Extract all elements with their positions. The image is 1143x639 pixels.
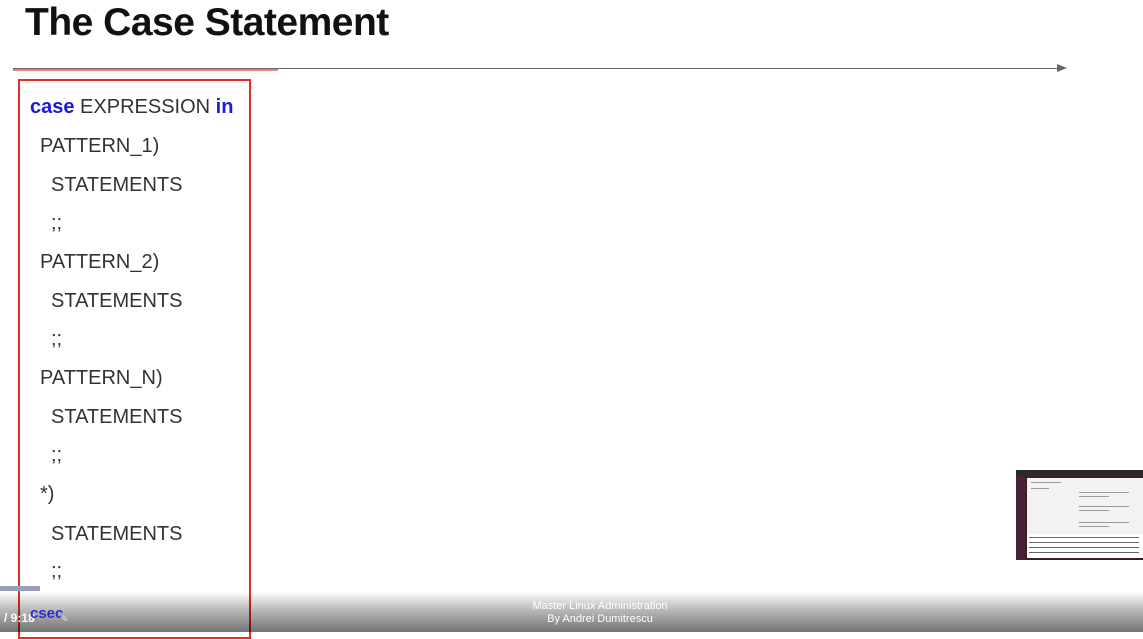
keyword-case: case xyxy=(30,96,75,118)
expression-text: EXPRESSION xyxy=(74,96,216,118)
code-line-statements-2: STATEMENTS xyxy=(51,290,183,312)
course-credit: Master Linux Administration By Andrei Du… xyxy=(0,600,1143,626)
code-line-terminator-2: ;; xyxy=(51,328,63,350)
code-highlight-box xyxy=(18,79,251,639)
code-line-statements-1: STATEMENTS xyxy=(51,174,183,196)
code-line-pattern-2: PATTERN_2) xyxy=(40,251,160,273)
code-line-terminator-1: ;; xyxy=(51,212,63,234)
terminal-preview-thumbnail[interactable] xyxy=(1016,470,1143,560)
title-underline-accent xyxy=(13,69,278,71)
code-line-default-pattern: *) xyxy=(40,483,55,505)
keyword-in: in xyxy=(215,96,234,118)
code-line-pattern-1: PATTERN_1) xyxy=(40,135,160,157)
course-title: Master Linux Administration xyxy=(532,600,668,612)
arrow-head-icon xyxy=(1057,64,1067,72)
code-line-statements-n: STATEMENTS xyxy=(51,406,183,428)
code-line-case: case EXPRESSION in xyxy=(30,96,233,119)
code-line-statements-default: STATEMENTS xyxy=(51,523,183,545)
code-line-terminator-default: ;; xyxy=(51,560,63,582)
slide-title: The Case Statement xyxy=(25,1,389,44)
code-line-terminator-n: ;; xyxy=(51,444,63,466)
code-line-pattern-n: PATTERN_N) xyxy=(40,367,163,389)
progress-bar[interactable] xyxy=(0,586,40,591)
course-author: By Andrei Dumitrescu xyxy=(547,613,653,625)
